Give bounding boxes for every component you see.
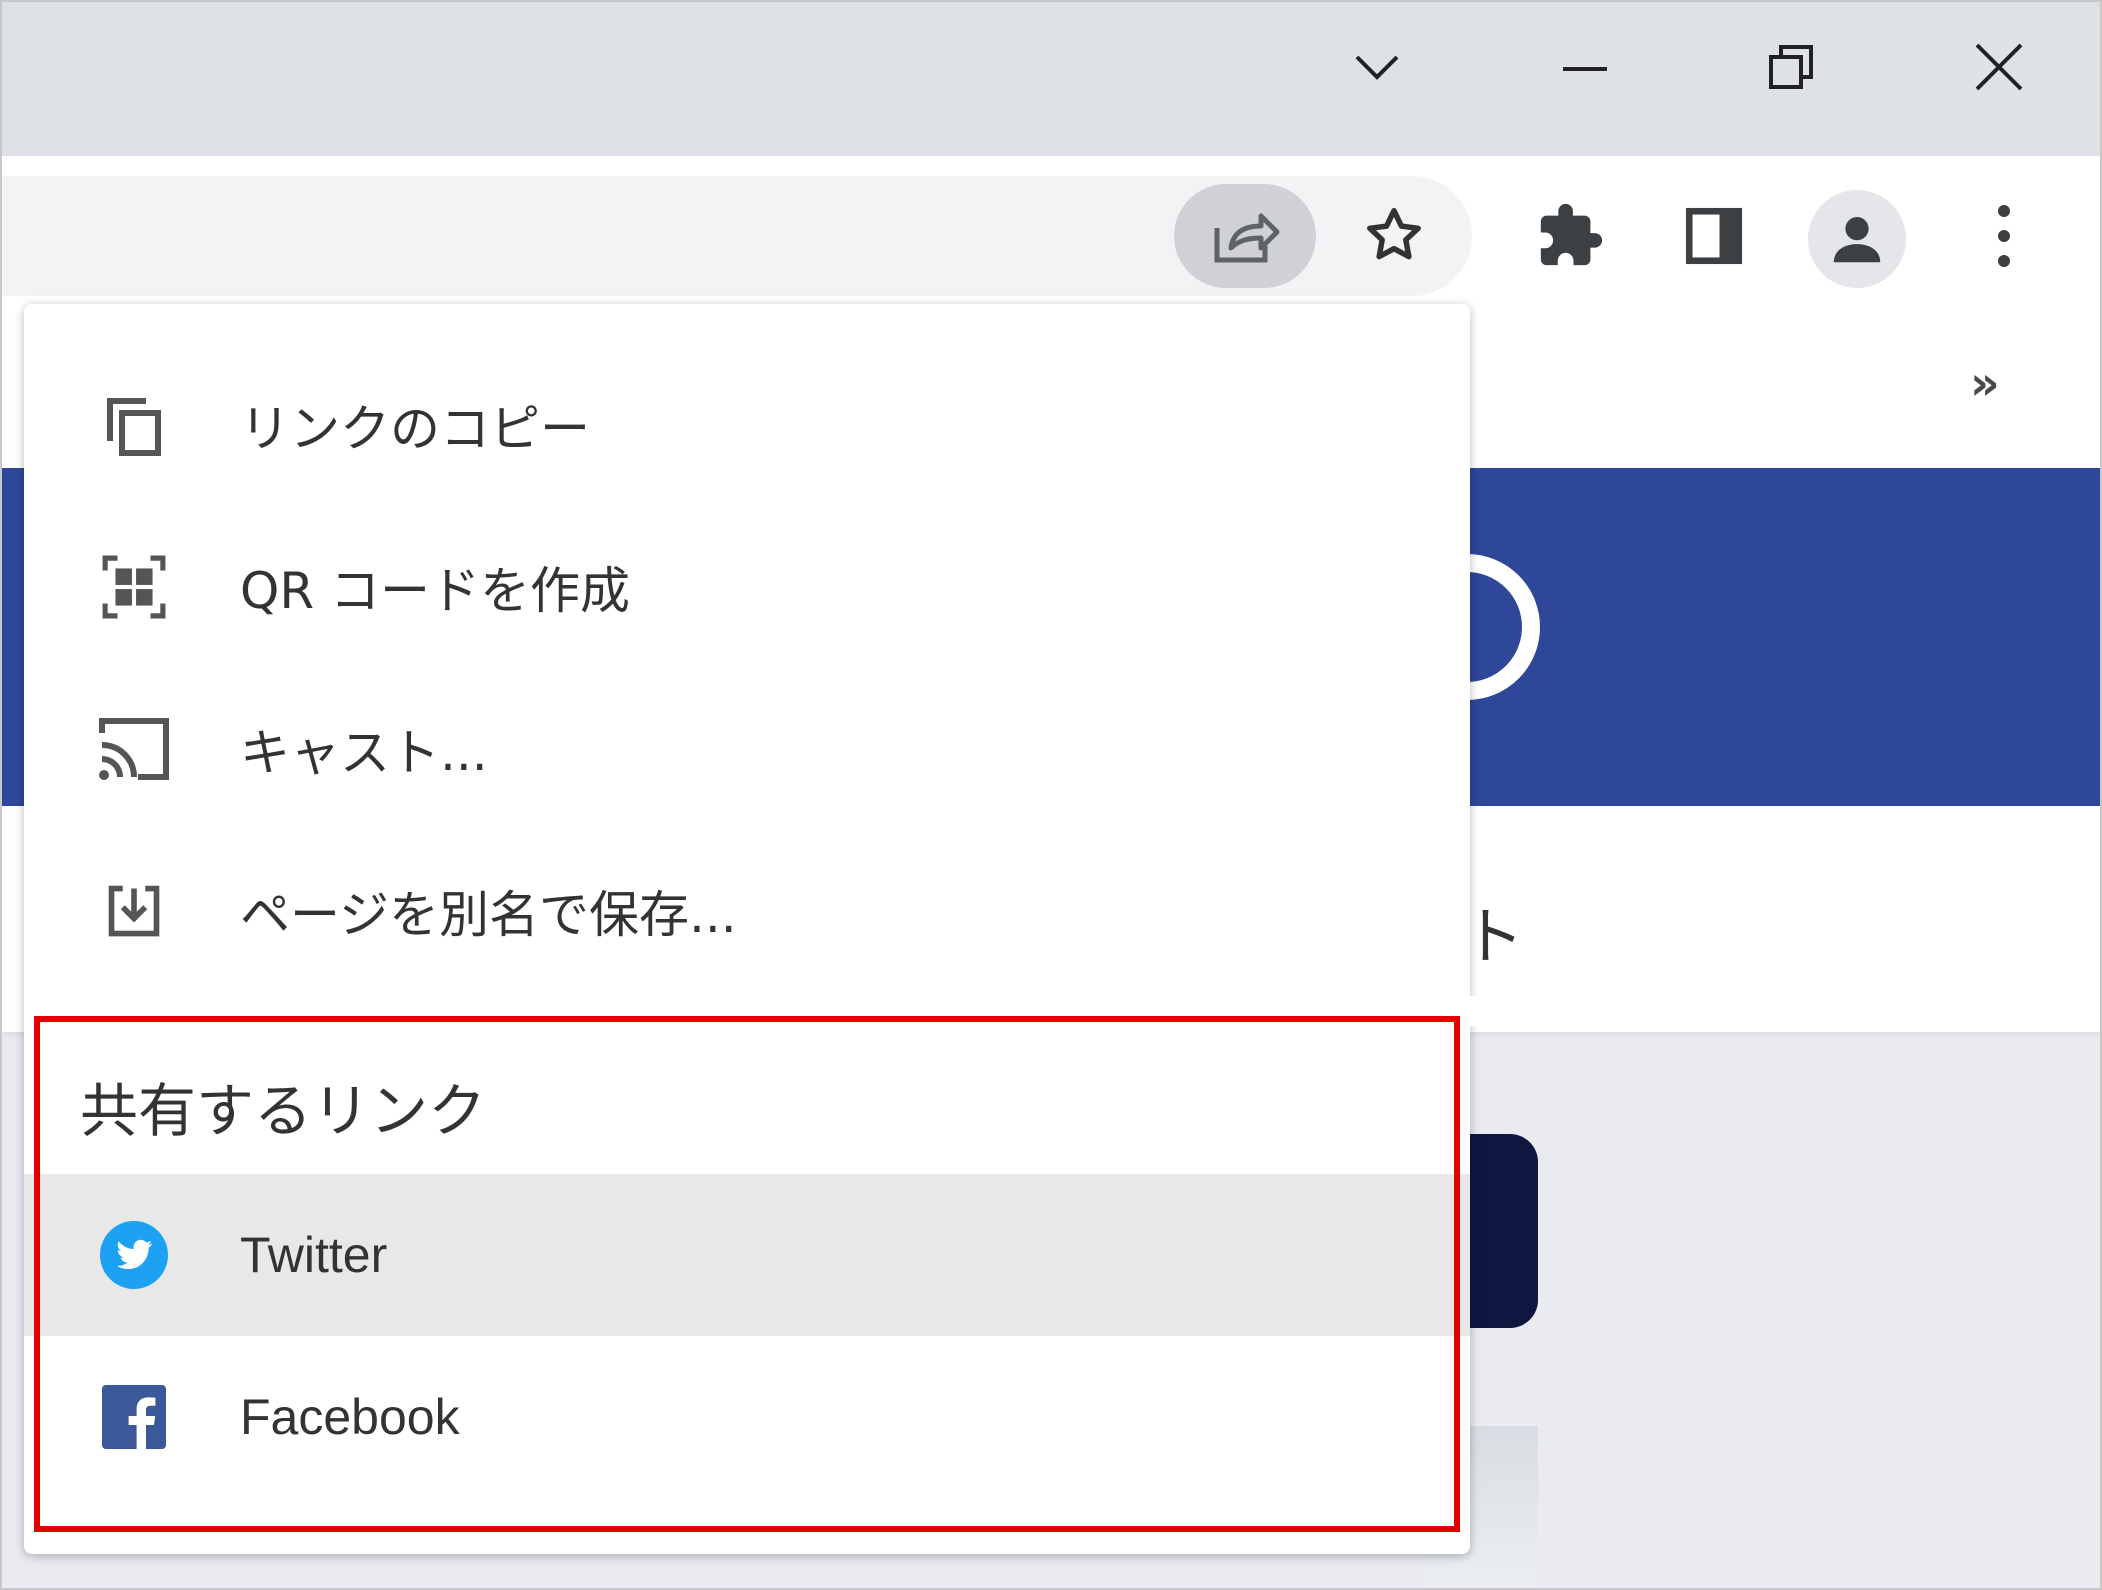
menu-item-label: Facebook [240, 1389, 460, 1445]
bookmark-star-button[interactable] [1342, 184, 1446, 288]
menu-item-label: ページを別名で保存... [240, 886, 737, 944]
extensions-button[interactable] [1518, 184, 1622, 288]
menu-item-facebook[interactable]: Facebook [24, 1336, 1470, 1498]
menu-item-label: Twitter [240, 1227, 388, 1283]
menu-item-label: QR コードを作成 [240, 562, 630, 620]
avatar-icon [1833, 217, 1881, 263]
menu-item-copy-link[interactable]: リンクのコピー [24, 344, 1470, 506]
share-menu: リンクのコピー QR コードを作成 キャスト... ページを別名で保存... 共… [24, 304, 1500, 1554]
side-panel-icon [1685, 207, 1743, 265]
menu-item-cast[interactable]: キャスト... [24, 668, 1470, 830]
tab-search-button[interactable] [1342, 32, 1412, 102]
menu-divider [24, 996, 1500, 1026]
menu-item-save-page-as[interactable]: ページを別名で保存... [24, 830, 1470, 992]
twitter-icon [96, 1217, 172, 1293]
browser-toolbar [2, 156, 2100, 306]
share-button[interactable] [1174, 184, 1316, 288]
restore-button[interactable] [1756, 32, 1826, 102]
browser-menu-button[interactable] [1952, 184, 2056, 288]
menu-item-label: キャスト... [240, 724, 488, 782]
facebook-icon [96, 1379, 172, 1455]
bookmarks-overflow-button[interactable]: » [1970, 356, 2000, 410]
menu-item-label: リンクのコピー [240, 400, 590, 458]
title-bar [2, 2, 2100, 156]
minimize-icon [1563, 67, 1607, 71]
restore-icon [1769, 45, 1813, 89]
star-icon [1367, 207, 1421, 260]
kebab-menu-icon [1998, 205, 2010, 267]
minimize-button[interactable] [1550, 32, 1620, 102]
share-icon [1214, 213, 1280, 263]
side-panel-button[interactable] [1662, 184, 1766, 288]
save-page-icon [96, 873, 172, 949]
share-links-section-title: 共有するリンク [80, 1077, 487, 1145]
menu-item-twitter[interactable]: Twitter [24, 1174, 1470, 1336]
browser-window: » ト リンクのコピー QR コードを作成 キャスト... ページを別名で保存.… [0, 0, 2102, 1590]
profile-button[interactable] [1808, 190, 1906, 288]
close-icon [1975, 43, 2023, 91]
chevron-down-icon [1355, 55, 1399, 80]
cast-icon [96, 711, 172, 787]
puzzle-icon [1540, 203, 1603, 266]
qr-code-icon [96, 549, 172, 625]
menu-item-create-qr-code[interactable]: QR コードを作成 [24, 506, 1470, 668]
page-text-fragment: ト [1462, 900, 1525, 973]
close-window-button[interactable] [1964, 32, 2034, 102]
copy-icon [96, 387, 172, 463]
